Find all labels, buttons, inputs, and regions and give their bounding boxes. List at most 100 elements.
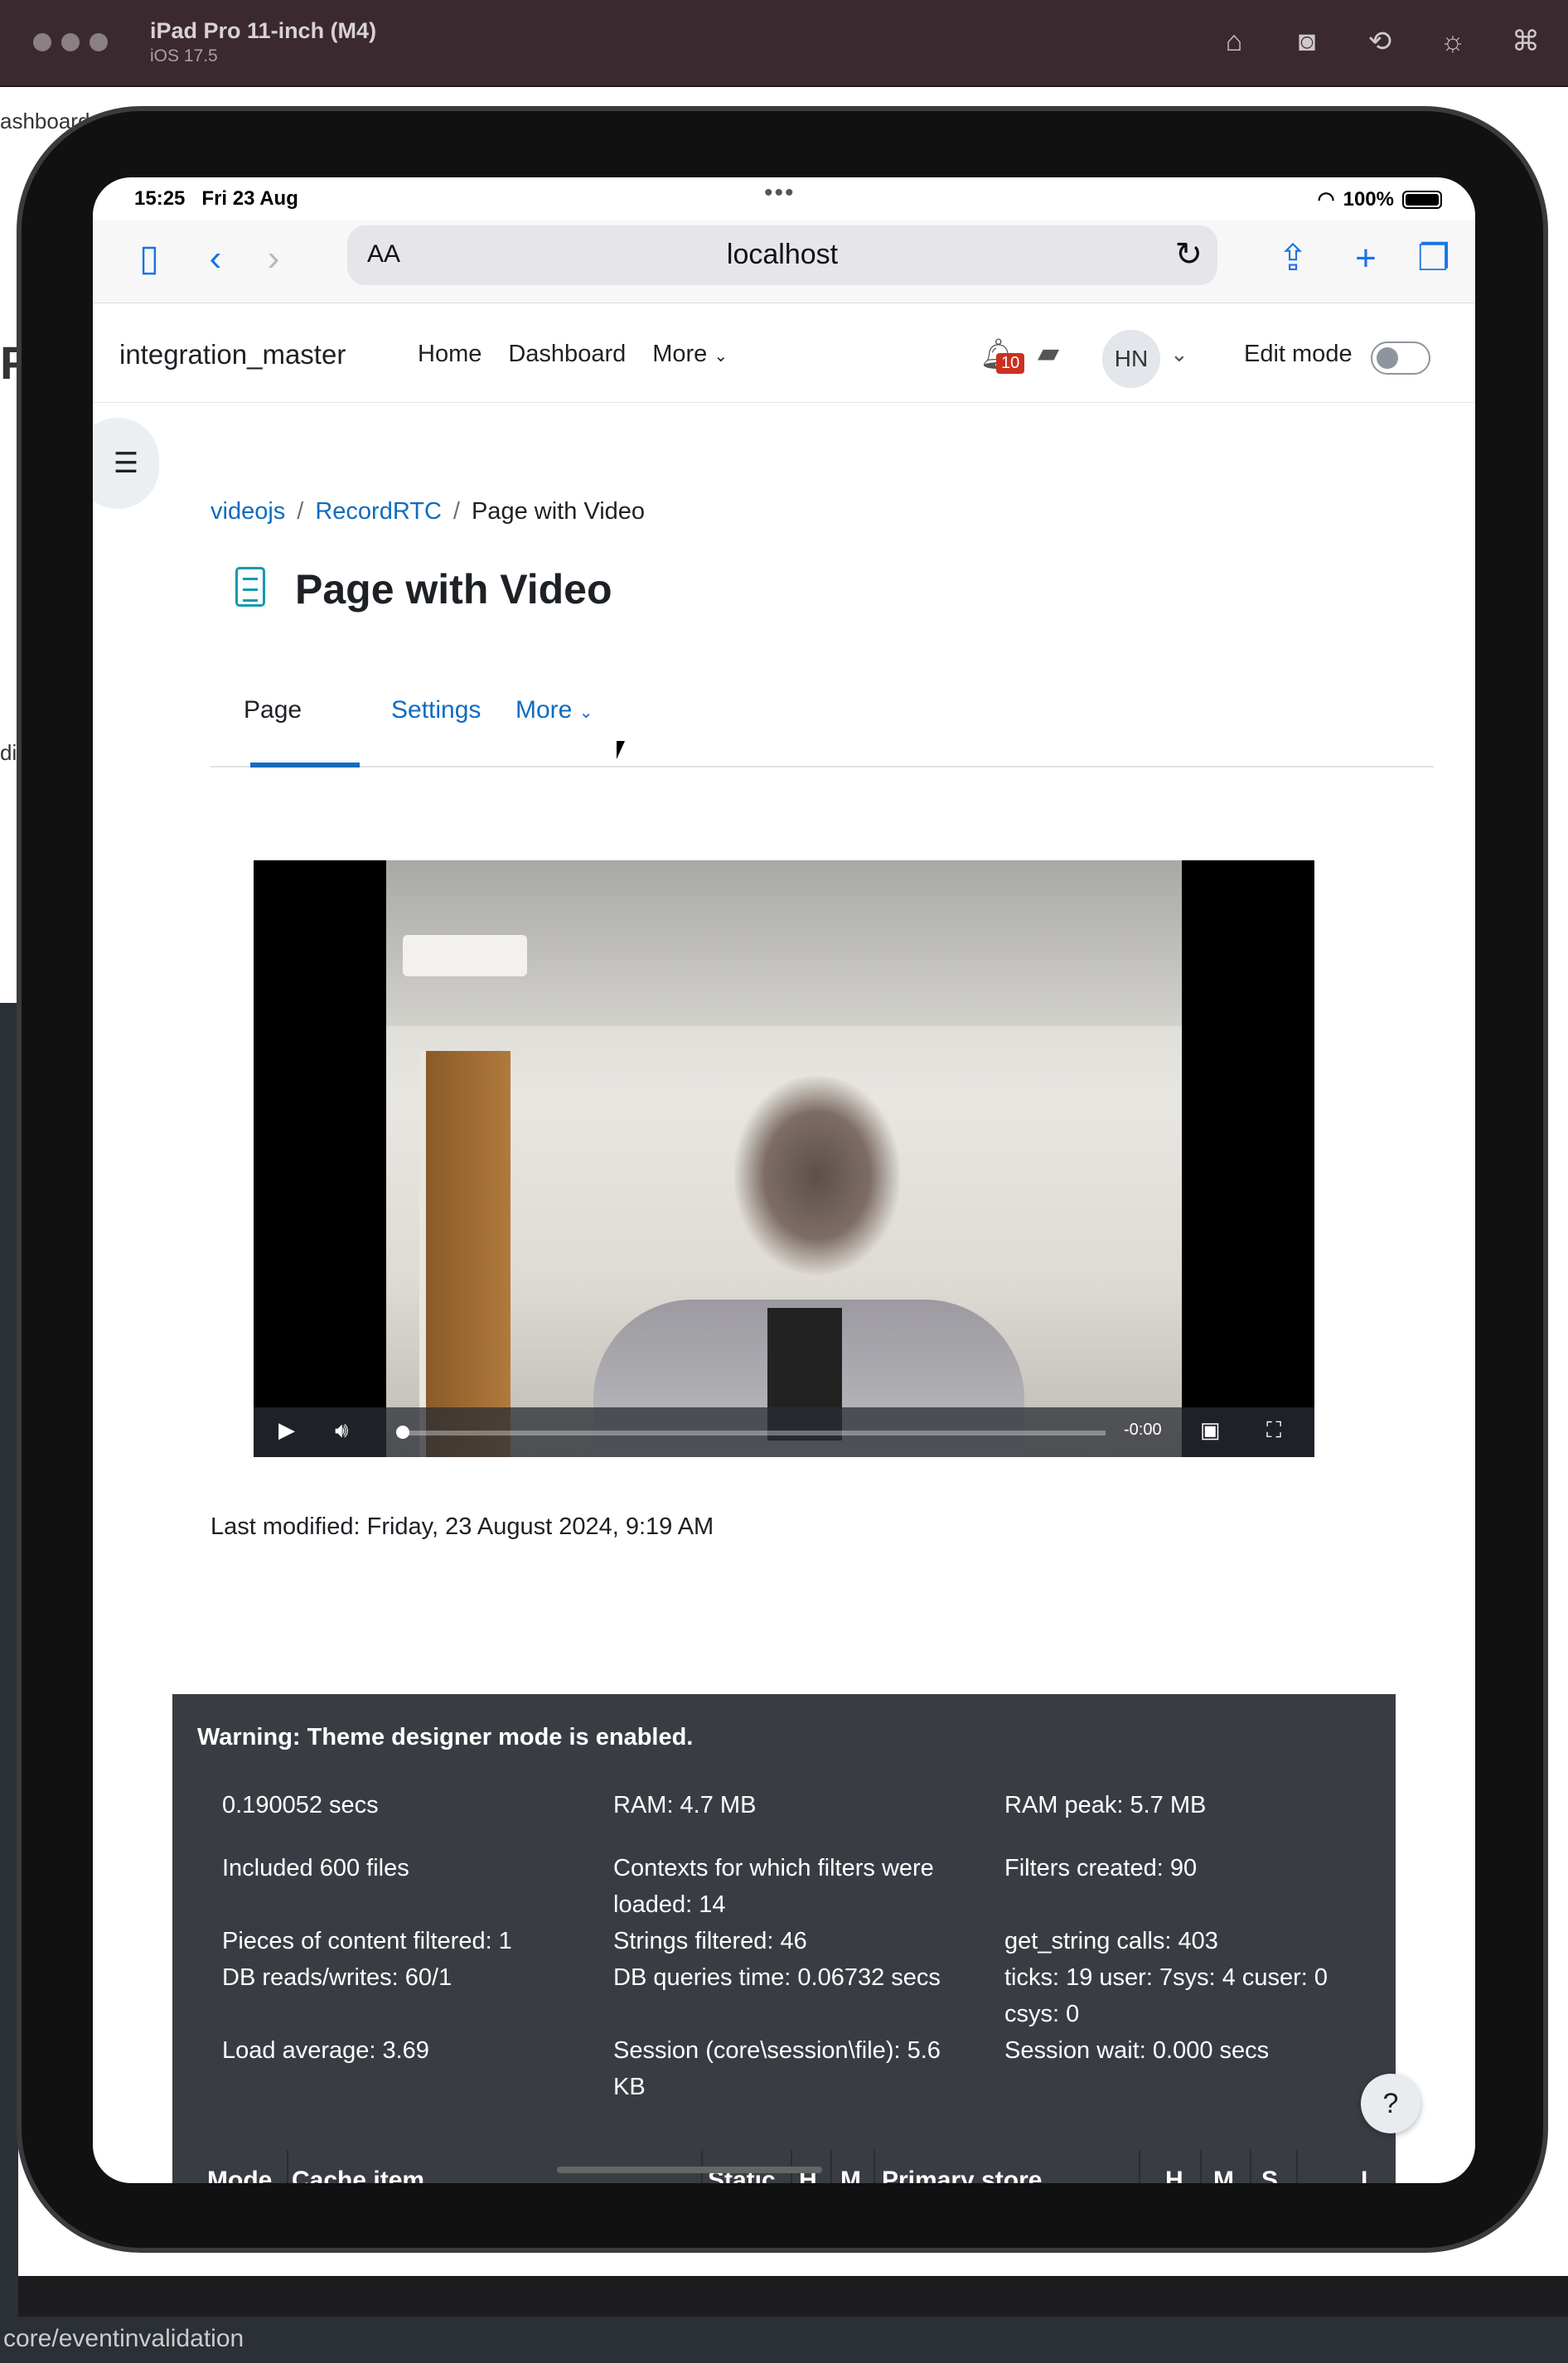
perf-stat: get_string calls: 403 [1004, 1928, 1218, 1954]
edit-mode-toggle[interactable] [1371, 341, 1430, 375]
ipad-screen: 15:25 Fri 23 Aug ••• ◠ 100% ▯ ‹ › AA loc… [93, 177, 1475, 2183]
background-text: di [0, 740, 17, 765]
perf-stat: Included 600 files [222, 1855, 409, 1881]
perf-stat: DB queries time: 0.06732 secs [613, 1964, 941, 1991]
perf-stat: DB reads/writes: 60/1 [222, 1964, 452, 1991]
page-title: Page with Video [295, 566, 612, 613]
course-index-drawer-button[interactable]: ☰ [93, 418, 159, 509]
video-scene-ac [403, 935, 527, 976]
column-header: Primary store [882, 2167, 1043, 2183]
simulator-titlebar: iPad Pro 11-inch (M4) iOS 17.5 ⌂ ◙ ⟲ ☼ ⌘ [0, 0, 1568, 87]
breadcrumb-current: Page with Video [471, 498, 646, 525]
moodle-navbar: integration_master Home Dashboard More ⌄… [93, 303, 1475, 403]
nav-more-menu[interactable]: More ⌄ [652, 341, 728, 368]
tab-more[interactable]: More ⌄ [515, 696, 593, 724]
column-divider [287, 2150, 288, 2183]
seek-handle[interactable] [396, 1426, 409, 1439]
breadcrumb-separator: / [297, 498, 304, 525]
column-header: M [840, 2167, 861, 2183]
rotate-icon[interactable]: ⟲ [1357, 22, 1402, 61]
play-icon[interactable]: ▶ [278, 1417, 295, 1443]
list-icon: ☰ [113, 448, 139, 479]
perf-stat: ticks: 19 user: 7sys: 4 cuser: 0 csys: 0 [1004, 1964, 1328, 2027]
share-icon[interactable]: ⇪ [1270, 235, 1316, 282]
breadcrumb-separator: / [452, 498, 460, 525]
theme-designer-warning: Warning: Theme designer mode is enabled. [197, 1724, 694, 1750]
simulator-device-name: iPad Pro 11-inch (M4) [150, 18, 377, 43]
column-divider [1200, 2150, 1202, 2183]
perf-stat: Contexts for which filters were loaded: … [613, 1855, 934, 1918]
safari-toolbar: ▯ ‹ › AA localhost ↻ ⇪ + ❐ [93, 220, 1475, 303]
seek-bar[interactable] [401, 1431, 1106, 1436]
column-divider [1296, 2150, 1298, 2183]
secondary-navigation: Page Settings More ⌄ [211, 685, 1434, 767]
close-window-button[interactable] [33, 33, 51, 51]
fullscreen-icon[interactable]: ⛶ [1266, 1417, 1281, 1444]
video-frame [386, 860, 1182, 1457]
tab-page[interactable]: Page [244, 696, 302, 724]
address-bar[interactable]: AA localhost ↻ [347, 225, 1217, 285]
video-player[interactable]: ▶ 🔊︎ -0:00 ▣ ⛶ [254, 860, 1314, 1457]
status-bar: 15:25 Fri 23 Aug ••• ◠ 100% [93, 177, 1475, 220]
status-time: 15:25 Fri 23 Aug [134, 187, 298, 210]
messages-icon[interactable]: ▰ [1038, 337, 1059, 370]
video-scene-door [419, 1051, 511, 1457]
column-header: I [1361, 2167, 1368, 2183]
primary-navigation: Home Dashboard More ⌄ [418, 341, 728, 368]
battery-icon [1402, 190, 1442, 209]
perf-stat: RAM peak: 5.7 MB [1004, 1792, 1207, 1818]
user-avatar[interactable]: HN [1102, 330, 1160, 388]
back-icon[interactable]: ‹ [192, 235, 239, 282]
tabs-overview-icon[interactable]: ❐ [1411, 235, 1457, 282]
forward-icon[interactable]: › [250, 235, 297, 282]
active-tab-indicator [250, 763, 360, 767]
column-divider [1139, 2150, 1140, 2183]
time-remaining: -0:00 [1124, 1421, 1162, 1439]
perf-stat: 0.190052 secs [222, 1792, 379, 1818]
url-text[interactable]: localhost [347, 239, 1217, 271]
page-resource-icon [235, 567, 265, 607]
column-divider [874, 2150, 875, 2183]
chevron-down-icon: ⌄ [578, 704, 593, 722]
column-divider [1250, 2150, 1251, 2183]
edit-mode-label: Edit mode [1244, 341, 1353, 367]
wifi-icon: ◠ [1317, 188, 1335, 211]
home-icon[interactable]: ⌂ [1212, 22, 1256, 61]
picture-in-picture-icon[interactable]: ▣ [1200, 1417, 1221, 1443]
simulator-os-version: iOS 17.5 [150, 46, 218, 65]
perf-stat: Filters created: 90 [1004, 1855, 1198, 1881]
column-divider [830, 2150, 832, 2183]
help-button[interactable]: ? [1361, 2074, 1420, 2133]
nav-dashboard-link[interactable]: Dashboard [508, 341, 626, 368]
breadcrumb-item[interactable]: RecordRTC [315, 498, 442, 525]
reload-icon[interactable]: ↻ [1174, 235, 1203, 274]
chevron-down-icon: ⌄ [714, 347, 728, 366]
battery-percent: 100% [1343, 187, 1394, 211]
new-tab-icon[interactable]: + [1343, 235, 1389, 282]
nav-home-link[interactable]: Home [418, 341, 482, 368]
tab-settings[interactable]: Settings [391, 696, 481, 724]
sidebar-toggle-icon[interactable]: ▯ [126, 235, 172, 282]
home-indicator [557, 2167, 822, 2173]
video-controls: ▶ 🔊︎ -0:00 ▣ ⛶ [254, 1407, 1314, 1457]
background-dark-panel [0, 1003, 18, 2363]
multitasking-dots-icon[interactable]: ••• [764, 179, 796, 207]
column-header: M [1213, 2167, 1234, 2183]
perf-stat: Session (core\session\file): 5.6 KB [613, 2037, 941, 2100]
command-icon[interactable]: ⌘ [1503, 22, 1548, 61]
user-menu-chevron-icon[interactable]: ⌄ [1170, 341, 1188, 367]
column-header: Cache item [292, 2167, 425, 2183]
video-scene-blurred-face [734, 1076, 900, 1275]
perf-stat: Session wait: 0.000 secs [1004, 2037, 1270, 2064]
column-header: Mode [207, 2167, 273, 2183]
screenshot-icon[interactable]: ◙ [1285, 22, 1329, 61]
breadcrumb-item[interactable]: videojs [211, 498, 285, 525]
volume-icon[interactable]: 🔊︎ [335, 1417, 348, 1444]
brightness-icon[interactable]: ☼ [1430, 22, 1475, 61]
last-modified: Last modified: Friday, 23 August 2024, 9… [211, 1513, 714, 1540]
zoom-window-button[interactable] [90, 33, 108, 51]
breadcrumb: videojs / RecordRTC / Page with Video [211, 498, 645, 525]
minimize-window-button[interactable] [61, 33, 80, 51]
site-brand[interactable]: integration_master [119, 339, 346, 370]
performance-info-panel: Warning: Theme designer mode is enabled.… [172, 1694, 1396, 2183]
